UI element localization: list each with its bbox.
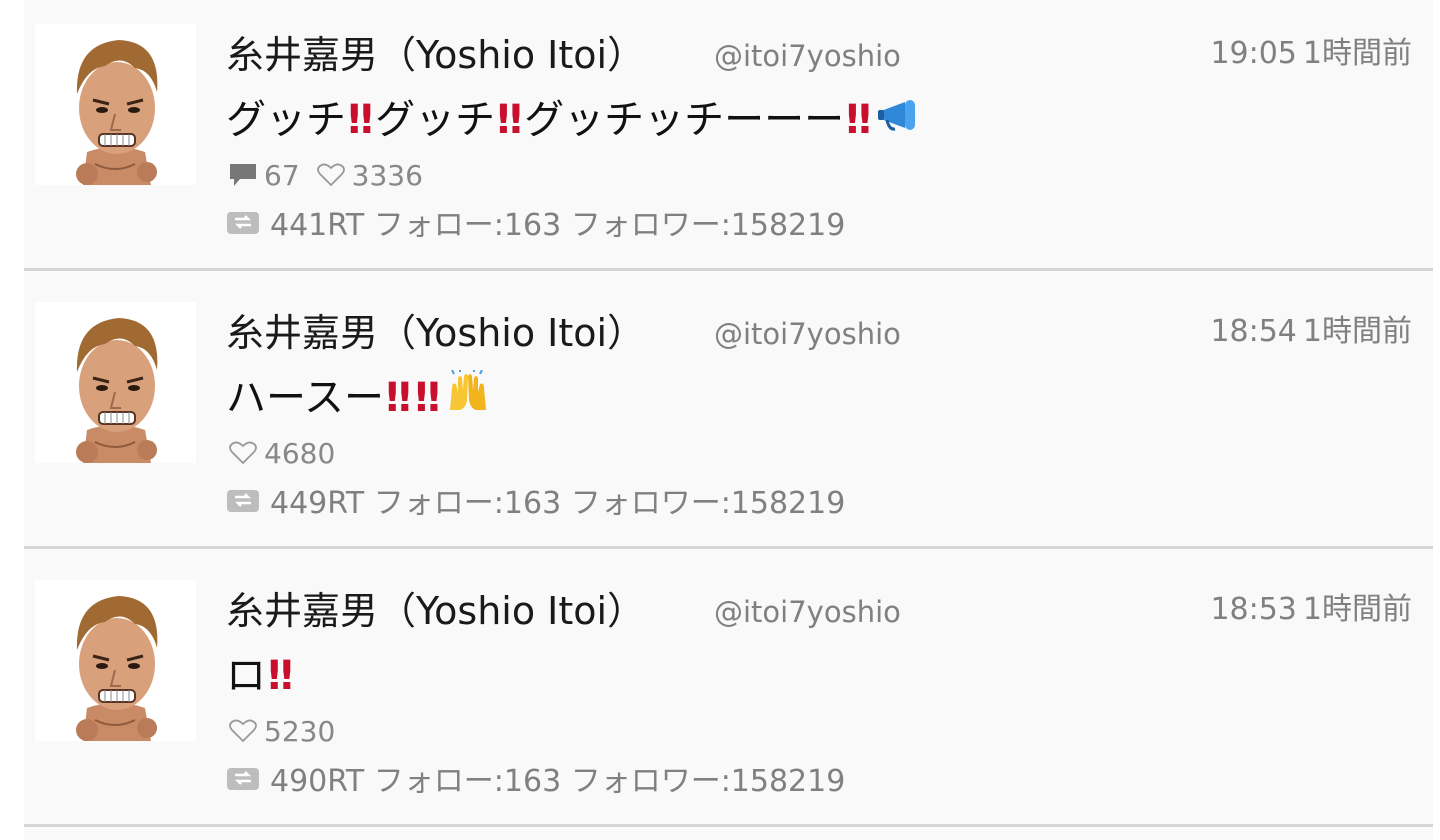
tweet-stats: 67 3336 xyxy=(228,155,433,195)
tweet-text-part: ロ xyxy=(226,653,266,699)
double-exclamation-icon: ‼ xyxy=(268,653,293,699)
tweet-text-part: グッチ xyxy=(226,97,346,143)
comment-count[interactable]: 67 xyxy=(228,159,300,192)
like-count-value: 4680 xyxy=(264,436,336,470)
time-ago: 1時間前 xyxy=(1302,592,1412,627)
retweet-icon[interactable] xyxy=(226,764,260,792)
user-handle[interactable]: @itoi7yoshio xyxy=(714,38,901,74)
time-clock: 18:53 xyxy=(1210,592,1297,627)
heart-icon xyxy=(316,163,345,187)
divider xyxy=(24,824,1433,827)
like-count[interactable]: 4680 xyxy=(228,437,335,470)
tweet-meta: 449RT フォロー:163 フォロワー:158219 xyxy=(226,478,845,522)
tweet-stats: 4680 xyxy=(228,433,345,473)
divider xyxy=(24,268,1433,271)
tweet-meta: 490RT フォロー:163 フォロワー:158219 xyxy=(226,756,845,800)
like-count[interactable]: 5230 xyxy=(228,715,335,748)
tweet-text-part: ハースー xyxy=(226,375,384,421)
tweet-item[interactable]: 糸井嘉男（Yoshio Itoi） @itoi7yoshio 19:05 1時間前… xyxy=(24,0,1433,268)
tweet-timestamp: 18:54 1時間前 xyxy=(1210,314,1412,350)
megaphone-icon xyxy=(877,92,921,148)
avatar-caricature-image xyxy=(35,302,196,463)
tweet-text-part: グッチッチーーー xyxy=(524,97,845,143)
time-clock: 19:05 xyxy=(1210,36,1297,71)
time-clock: 18:54 xyxy=(1210,314,1297,349)
tweet-item[interactable]: 糸井嘉男（Yoshio Itoi） @itoi7yoshio 18:54 1時間前… xyxy=(24,278,1433,546)
retweet-icon[interactable] xyxy=(226,208,260,236)
time-ago: 1時間前 xyxy=(1302,314,1412,349)
tweet-timestamp: 18:53 1時間前 xyxy=(1210,592,1412,628)
user-display-name[interactable]: 糸井嘉男（Yoshio Itoi） xyxy=(226,32,645,78)
time-ago: 1時間前 xyxy=(1302,36,1412,71)
avatar-caricature-image xyxy=(35,24,196,185)
tweet-text-part: グッチ xyxy=(375,97,496,143)
user-display-name[interactable]: 糸井嘉男（Yoshio Itoi） xyxy=(226,310,645,356)
double-exclamation-icon: ‼ xyxy=(348,97,373,143)
retweet-icon[interactable] xyxy=(226,486,260,514)
tweet-item[interactable]: 糸井嘉男（Yoshio Itoi） @itoi7yoshio 18:53 1時間前… xyxy=(24,556,1433,824)
double-exclamation-icon: ‼ xyxy=(386,375,411,421)
tweet-text: ハースー ‼ ‼ xyxy=(226,367,490,427)
tweet-meta: 441RT フォロー:163 フォロワー:158219 xyxy=(226,200,845,244)
heart-icon xyxy=(229,719,257,743)
retweet-follow-info: 449RT フォロー:163 フォロワー:158219 xyxy=(270,486,846,521)
divider xyxy=(24,546,1433,549)
tweet-stats: 5230 xyxy=(228,711,345,751)
avatar[interactable] xyxy=(35,24,196,185)
heart-icon xyxy=(229,441,257,465)
avatar-caricature-image xyxy=(35,580,196,741)
avatar[interactable] xyxy=(35,580,196,741)
user-handle[interactable]: @itoi7yoshio xyxy=(714,594,901,630)
comment-count-value: 67 xyxy=(264,158,300,192)
tweet-text: グッチ ‼ グッチ ‼ グッチッチーーー ‼ xyxy=(226,92,921,148)
double-exclamation-icon: ‼ xyxy=(846,97,871,143)
tweet-timestamp: 19:05 1時間前 xyxy=(1210,36,1412,72)
like-count-value: 3336 xyxy=(351,158,423,192)
tweet-feed: 糸井嘉男（Yoshio Itoi） @itoi7yoshio 19:05 1時間前… xyxy=(24,0,1433,840)
avatar[interactable] xyxy=(35,302,196,463)
user-display-name[interactable]: 糸井嘉男（Yoshio Itoi） xyxy=(226,588,645,634)
double-exclamation-icon: ‼ xyxy=(415,375,440,421)
tweet-text: ロ ‼ xyxy=(226,648,295,704)
comment-icon xyxy=(230,164,256,186)
like-count-value: 5230 xyxy=(264,714,336,748)
retweet-follow-info: 490RT フォロー:163 フォロワー:158219 xyxy=(270,764,846,799)
retweet-follow-info: 441RT フォロー:163 フォロワー:158219 xyxy=(270,208,846,243)
like-count[interactable]: 3336 xyxy=(316,159,423,192)
raised-hands-icon xyxy=(446,367,490,427)
user-handle[interactable]: @itoi7yoshio xyxy=(714,316,901,352)
double-exclamation-icon: ‼ xyxy=(497,97,522,143)
